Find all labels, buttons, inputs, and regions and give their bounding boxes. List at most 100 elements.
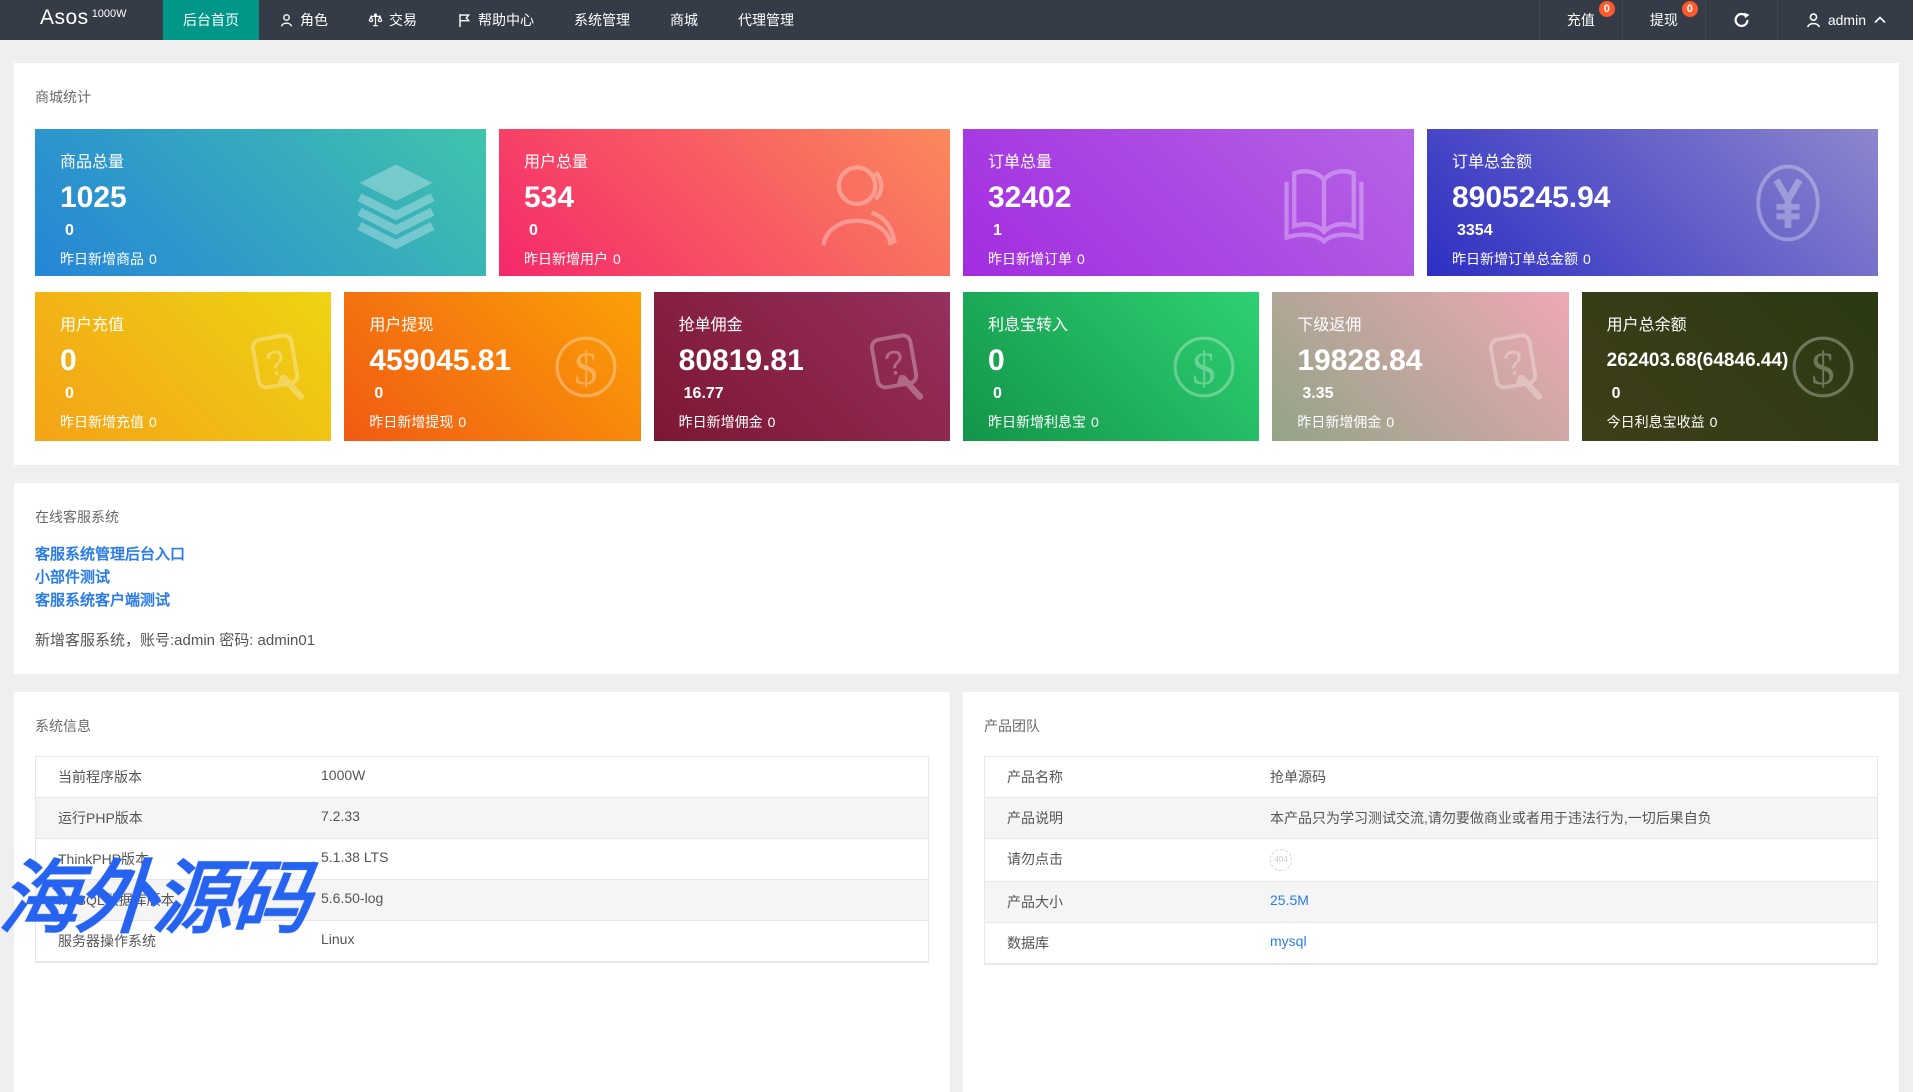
system-info-label: 运行PHP版本 [36,798,299,838]
product-team-value-link[interactable]: mysql [1270,933,1307,949]
customer-service-title: 在线客服系统 [35,507,1878,527]
nav-item-label: 帮助中心 [478,10,534,30]
main-content: 商城统计 商品总量10250昨日新增商品0用户总量5340昨日新增用户0订单总量… [0,40,1913,1092]
system-info-value: 7.2.33 [299,798,928,838]
stat-card-recharge: 用户充值00昨日新增充值0? [35,292,331,441]
stat-line-yesterday: 今日利息宝收益0 [1607,408,1878,437]
app-logo-version: 1000W [92,8,127,20]
nav-item-system[interactable]: 系统管理 [554,0,650,40]
stat-card-sub-rebate: 下级返佣19828.843.35昨日新增佣金0? [1272,292,1568,441]
refresh-button[interactable] [1705,0,1777,40]
user-icon [812,155,908,251]
nav-right: 充值 0 提现 0 admin [1539,0,1913,40]
system-info-value-text: 5.1.38 LTS [321,849,388,865]
note-icon: ? [1475,328,1553,406]
product-team-value: 25.5M [1248,882,1877,922]
nav-item-label: 代理管理 [738,10,794,30]
product-team-value-text: 本产品只为学习测试交流,请勿要做商业或者用于违法行为,一切后果自负 [1270,810,1712,826]
system-info-row: 当前程序版本1000W [36,757,928,798]
recharge-label: 充值 [1567,10,1595,30]
customer-service-panel: 在线客服系统 客服系统管理后台入口小部件测试客服系统客户端测试 新增客服系统，账… [14,483,1899,674]
system-info-label: ThinkPHP版本 [36,839,299,879]
customer-service-links: 客服系统管理后台入口小部件测试客服系统客户端测试 [35,543,1878,612]
nav-item-mall[interactable]: 商城 [650,0,718,40]
system-info-value: Linux [299,921,928,961]
system-info-row: 服务器操作系统 Linux [36,921,928,962]
system-info-label: 服务器操作系统 [36,921,299,961]
recharge-button[interactable]: 充值 0 [1539,0,1622,40]
nav-item-agent[interactable]: 代理管理 [718,0,814,40]
broken-image-icon: 404 [1270,849,1292,871]
withdraw-button[interactable]: 提现 0 [1622,0,1705,40]
stats-row-1: 商品总量10250昨日新增商品0用户总量5340昨日新增用户0订单总量32402… [35,129,1878,276]
system-info-row: ThinkPHP版本 5.1.38 LTS [36,839,928,880]
recharge-badge: 0 [1599,1,1615,17]
product-team-value: 404 [1248,839,1877,881]
product-team-label: 请勿点击 [985,839,1248,881]
person-icon [1805,12,1822,29]
product-team-row: 产品名称抢单源码 [985,757,1877,798]
product-team-value-link[interactable]: 25.5M [1270,892,1309,908]
nav-item-role[interactable]: 角色 [259,0,348,40]
svg-text:$: $ [1193,343,1216,395]
product-team-label: 数据库 [985,923,1248,963]
system-info-title: 系统信息 [35,716,929,736]
product-team-value: 本产品只为学习测试交流,请勿要做商业或者用于违法行为,一切后果自负 [1248,798,1877,838]
product-team-value: mysql [1248,923,1877,963]
nav-item-label: 商城 [670,10,698,30]
withdraw-label: 提现 [1650,10,1678,30]
product-team-label: 产品说明 [985,798,1248,838]
nav-item-label: 角色 [300,10,328,30]
stat-card-order-amount: 订单总金额8905245.943354昨日新增订单总金额0 [1427,129,1878,276]
user-menu[interactable]: admin [1777,0,1913,40]
person-icon [279,13,294,28]
service-link-3[interactable]: 客服系统客户端测试 [35,589,1878,612]
app-logo[interactable]: Asos 1000W [0,0,163,40]
product-team-row: 产品大小 25.5M [985,882,1877,923]
product-team-panel: 产品团队 产品名称抢单源码产品说明本产品只为学习测试交流,请勿要做商业或者用于违… [963,692,1899,1092]
stat-card-orders: 订单总量324021昨日新增订单0 [963,129,1414,276]
yen-icon [1740,155,1836,251]
stat-line-yesterday: 昨日新增利息宝0 [988,408,1259,437]
refresh-icon [1733,12,1750,29]
stat-line-yesterday: 昨日新增佣金0 [679,408,950,437]
svg-text:$: $ [1811,343,1834,395]
product-team-label: 产品名称 [985,757,1248,797]
product-team-row: 产品说明 本产品只为学习测试交流,请勿要做商业或者用于违法行为,一切后果自负 [985,798,1877,839]
stat-card-balance: 用户总余额262403.68(64846.44)0今日利息宝收益0$ [1582,292,1878,441]
product-team-label: 产品大小 [985,882,1248,922]
svg-text:$: $ [574,343,597,395]
product-team-row: 数据库 mysql [985,923,1877,964]
system-info-row: MySQL数据库版本5.6.50-log [36,880,928,921]
mall-stats-panel: 商城统计 商品总量10250昨日新增商品0用户总量5340昨日新增用户0订单总量… [14,63,1899,465]
top-navbar: Asos 1000W 后台首页 角色交易 帮助中心 系统管理 商城 代理管理 充值 0 提… [0,0,1913,40]
system-info-value-text: Linux [321,931,354,947]
nav-menu: 后台首页 角色交易 帮助中心 系统管理 商城 代理管理 [163,0,814,40]
product-team-value: 抢单源码 [1248,757,1877,797]
system-info-table: 当前程序版本1000W运行PHP版本 7.2.33 ThinkPHP版本 5.1.38… [35,756,929,963]
stats-row-2: 用户充值00昨日新增充值0?用户提现459045.810昨日新增提现0$抢单佣金… [35,292,1878,441]
bottom-panels: 系统信息 当前程序版本1000W运行PHP版本 7.2.33 ThinkPHP版本 5… [14,692,1899,1092]
nav-item-label: 系统管理 [574,10,630,30]
note-icon: ? [237,328,315,406]
stat-card-products: 商品总量10250昨日新增商品0 [35,129,486,276]
system-info-value: 1000W [299,757,928,797]
stat-card-grab-commission: 抢单佣金80819.8116.77昨日新增佣金0? [654,292,950,441]
nav-item-home[interactable]: 后台首页 [163,0,259,40]
stat-line-yesterday: 昨日新增佣金0 [1297,408,1568,437]
nav-item-help[interactable]: 帮助中心 [437,0,554,40]
system-info-value: 5.6.50-log [299,880,928,920]
customer-service-note: 新增客服系统，账号:admin 密码: admin01 [35,629,1878,650]
service-link-1[interactable]: 客服系统管理后台入口 [35,543,1878,566]
system-info-value-text: 1000W [321,767,365,783]
system-info-value-text: 7.2.33 [321,808,360,824]
chevron-up-icon [1874,16,1886,24]
system-info-value-text: 5.6.50-log [321,890,383,906]
nav-item-trade[interactable]: 交易 [348,0,437,40]
dollar-icon: $ [1165,328,1243,406]
app-logo-text: Asos [40,6,89,30]
withdraw-badge: 0 [1682,1,1698,17]
user-name: admin [1828,12,1866,28]
service-link-2[interactable]: 小部件测试 [35,566,1878,589]
system-info-value: 5.1.38 LTS [299,839,928,879]
